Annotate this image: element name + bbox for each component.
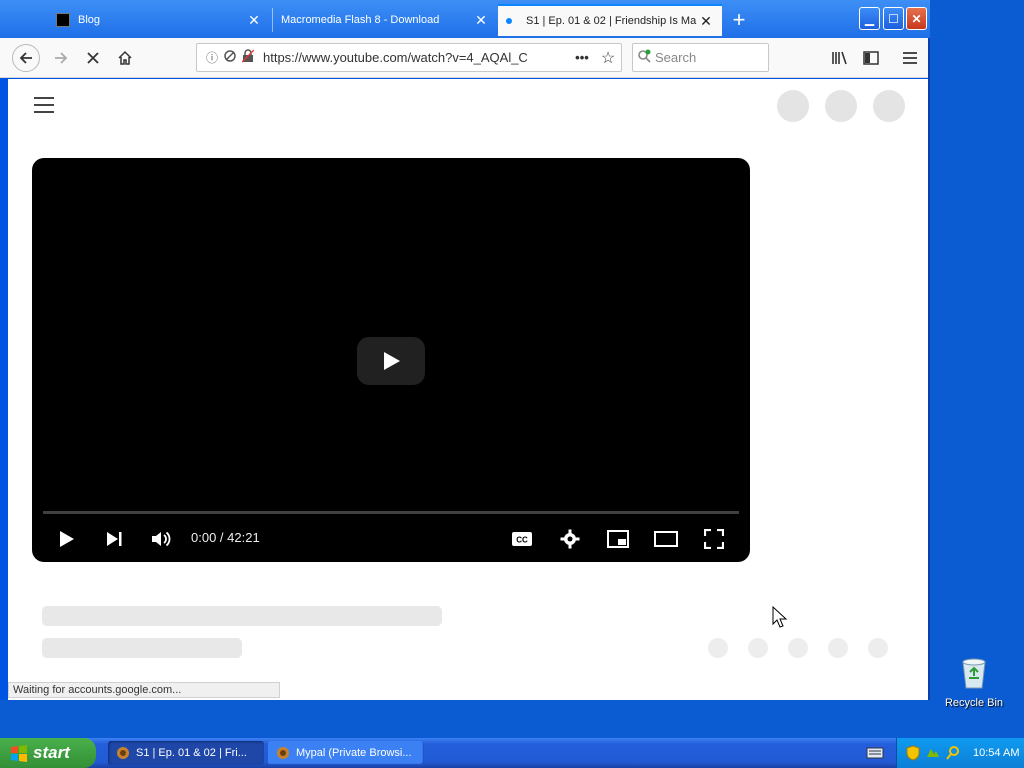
blog-favicon-icon — [56, 13, 70, 27]
volume-icon — [152, 531, 171, 547]
tab-label: Macromedia Flash 8 - Download — [281, 14, 440, 26]
tab-close-icon[interactable]: ✕ — [473, 12, 489, 29]
recycle-bin-label: Recycle Bin — [944, 697, 1004, 709]
star-icon[interactable]: ☆ — [595, 48, 621, 68]
tab-close-icon[interactable]: ✕ — [246, 12, 262, 29]
placeholder-circle — [825, 90, 857, 122]
system-tray: 10:54 AM — [896, 738, 1024, 768]
menu-button[interactable] — [896, 44, 924, 72]
search-box[interactable]: Search — [632, 43, 769, 72]
loading-dot-icon — [506, 18, 512, 24]
stop-button[interactable] — [79, 44, 107, 72]
action-skeleton — [788, 638, 808, 658]
windows-flag-icon — [11, 745, 27, 762]
taskbar: start S1 | Ep. 01 & 02 | Fri... Mypal (P… — [0, 738, 1024, 768]
fullscreen-icon — [704, 529, 724, 549]
status-bar: Waiting for accounts.google.com... — [8, 682, 280, 698]
guide-menu-icon[interactable] — [34, 97, 54, 113]
taskbar-item-mypal[interactable]: Mypal (Private Browsi... — [268, 741, 424, 765]
page-content: 0:00 / 42:21 CC — [8, 79, 928, 700]
more-icon[interactable]: ••• — [569, 50, 595, 65]
back-button[interactable] — [12, 44, 40, 72]
taskbar-item-label: Mypal (Private Browsi... — [296, 747, 412, 759]
action-skeleton — [708, 638, 728, 658]
cc-icon: CC — [512, 532, 532, 546]
sidebar-button[interactable] — [857, 44, 885, 72]
taskbar-item-youtube[interactable]: S1 | Ep. 01 & 02 | Fri... — [108, 741, 264, 765]
mouse-cursor-icon — [772, 606, 788, 628]
info-icon[interactable]: ⓘ — [203, 49, 221, 66]
url-bar[interactable]: ⓘ https://www.youtube.com/watch?v=4_AQAl… — [196, 43, 622, 72]
theater-icon — [654, 531, 678, 547]
action-skeleton — [868, 638, 888, 658]
network-icon[interactable] — [925, 745, 941, 761]
miniplayer-icon — [607, 530, 629, 548]
home-icon — [118, 50, 132, 65]
svg-text:CC: CC — [516, 536, 528, 545]
lock-icon[interactable] — [239, 49, 257, 66]
keyboard-icon[interactable] — [866, 745, 884, 761]
tracking-icon[interactable] — [221, 49, 239, 66]
volume-button[interactable] — [147, 526, 175, 552]
miniplayer-button[interactable] — [604, 526, 632, 552]
tab-macromedia[interactable]: Macromedia Flash 8 - Download ✕ — [273, 4, 497, 36]
tab-label: S1 | Ep. 01 & 02 | Friendship Is Ma — [526, 15, 697, 27]
tab-bar: Blog ✕ Macromedia Flash 8 - Download ✕ S… — [0, 0, 930, 38]
back-arrow-icon — [19, 52, 32, 64]
tab-friendship-is-magic[interactable]: S1 | Ep. 01 & 02 | Friendship Is Ma ✕ — [498, 4, 722, 36]
close-window-button[interactable]: ✕ — [906, 7, 927, 30]
play-button[interactable] — [52, 526, 80, 552]
forward-arrow-icon — [55, 52, 68, 64]
settings-icon — [560, 529, 580, 549]
shield-icon[interactable] — [905, 745, 921, 761]
start-button[interactable]: start — [0, 738, 96, 768]
recycle-bin-icon — [962, 658, 986, 689]
action-skeleton — [828, 638, 848, 658]
tab-blog[interactable]: Blog ✕ — [48, 4, 270, 36]
stop-icon — [87, 52, 99, 64]
next-icon — [107, 532, 122, 546]
captions-button[interactable]: CC — [508, 526, 536, 552]
browser-window: Blog ✕ Macromedia Flash 8 - Download ✕ S… — [0, 0, 930, 700]
forward-button[interactable] — [47, 44, 75, 72]
large-play-button[interactable] — [357, 337, 425, 385]
tab-label: Blog — [78, 14, 101, 26]
minimize-button[interactable]: ▁ — [859, 7, 880, 30]
clock: 10:54 AM — [973, 747, 1020, 759]
nav-toolbar: ⓘ https://www.youtube.com/watch?v=4_AQAl… — [0, 38, 928, 78]
play-icon — [60, 531, 74, 547]
recycle-bin[interactable]: Recycle Bin — [944, 656, 1004, 709]
theater-button[interactable] — [652, 526, 680, 552]
taskbar-item-label: S1 | Ep. 01 & 02 | Fri... — [136, 747, 247, 759]
fullscreen-button[interactable] — [700, 526, 728, 552]
search-icon — [633, 49, 655, 66]
library-button[interactable] — [826, 44, 854, 72]
search-icon[interactable] — [945, 745, 961, 761]
menu-icon — [903, 52, 917, 64]
settings-button[interactable] — [556, 526, 584, 552]
placeholder-circle — [777, 90, 809, 122]
next-button[interactable] — [100, 526, 128, 552]
time-display: 0:00 / 42:21 — [191, 530, 260, 545]
play-icon — [384, 352, 400, 370]
library-icon — [832, 51, 847, 65]
progress-bar[interactable] — [43, 511, 739, 514]
sidebar-icon — [863, 51, 879, 65]
video-player[interactable]: 0:00 / 42:21 CC — [32, 158, 750, 562]
tab-close-icon[interactable]: ✕ — [698, 13, 714, 30]
home-button[interactable] — [111, 44, 139, 72]
action-skeleton — [748, 638, 768, 658]
channel-skeleton — [42, 638, 242, 658]
maximize-button[interactable]: ☐ — [883, 7, 904, 30]
placeholder-circle — [873, 90, 905, 122]
url-text[interactable]: https://www.youtube.com/watch?v=4_AQAl_C — [263, 50, 569, 65]
title-skeleton — [42, 606, 442, 626]
browser-app-icon — [277, 747, 289, 759]
browser-app-icon — [117, 747, 129, 759]
search-placeholder: Search — [655, 50, 697, 65]
start-label: start — [33, 743, 70, 762]
new-tab-button[interactable]: + — [728, 6, 750, 34]
